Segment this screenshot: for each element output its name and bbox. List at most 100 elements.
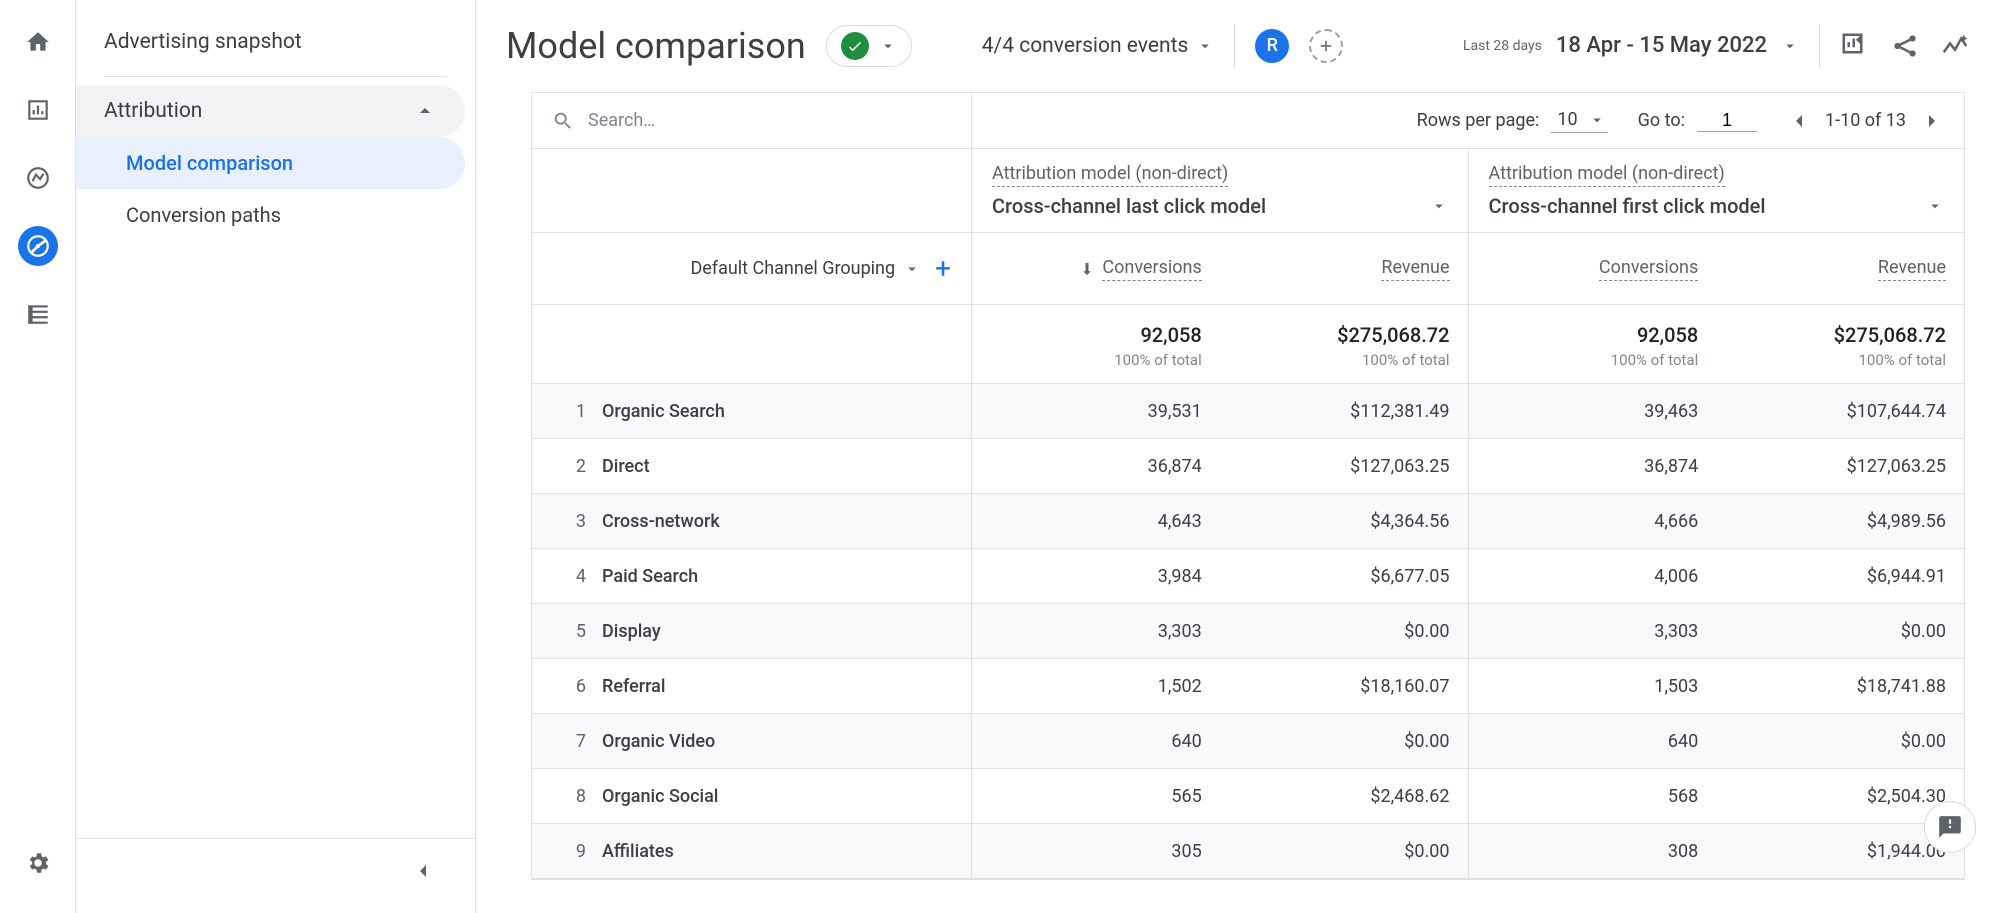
- row-channel: Organic Search: [602, 401, 725, 422]
- dimension-selector[interactable]: Default Channel Grouping: [690, 258, 921, 279]
- rpp-label: Rows per page:: [1417, 110, 1540, 131]
- chevron-left-icon: [411, 859, 435, 883]
- page-range: 1-10 of 13: [1825, 110, 1906, 131]
- model-a-selector[interactable]: Cross-channel last click model: [992, 194, 1448, 218]
- cell-b-conv: 1,503: [1469, 659, 1717, 713]
- check-circle-icon: [841, 32, 869, 60]
- table-body: 1 Organic Search 39,531 $112,381.49 39,4…: [532, 384, 1964, 879]
- cell-b-rev: $6,944.91: [1716, 549, 1964, 603]
- nav-group-label: Attribution: [104, 99, 202, 123]
- cell-a-conv: 36,874: [972, 439, 1220, 493]
- table-row[interactable]: 4 Paid Search 3,984 $6,677.05 4,006 $6,9…: [532, 549, 1964, 604]
- rpp-value[interactable]: 10: [1551, 109, 1607, 133]
- add-dimension-button[interactable]: +: [935, 252, 951, 285]
- cell-b-conv: 36,874: [1469, 439, 1717, 493]
- cell-b-conv: 39,463: [1469, 384, 1717, 438]
- table-row[interactable]: 5 Display 3,303 $0.00 3,303 $0.00: [532, 604, 1964, 659]
- share-icon[interactable]: [1890, 31, 1920, 61]
- model-b-header: Attribution model (non-direct): [1489, 163, 1725, 187]
- advertising-icon[interactable]: [18, 226, 58, 266]
- date-range-picker[interactable]: Last 28 days 18 Apr - 15 May 2022: [1463, 33, 1799, 58]
- col-b-revenue[interactable]: Revenue: [1716, 233, 1964, 304]
- table-row[interactable]: 9 Affiliates 305 $0.00 308 $1,944.00: [532, 824, 1964, 879]
- cell-b-rev: $4,989.56: [1716, 494, 1964, 548]
- col-a-revenue[interactable]: Revenue: [1220, 233, 1468, 304]
- add-segment-button[interactable]: [1309, 29, 1343, 63]
- configure-icon[interactable]: [18, 294, 58, 334]
- goto-input[interactable]: [1697, 110, 1757, 132]
- admin-gear-icon[interactable]: [18, 843, 58, 883]
- cell-a-conv: 305: [972, 824, 1220, 878]
- row-index: 2: [532, 456, 602, 477]
- conversion-events-selector[interactable]: 4/4 conversion events: [982, 34, 1215, 58]
- cell-b-conv: 4,666: [1469, 494, 1717, 548]
- total-a-rev: $275,068.72: [1238, 323, 1450, 347]
- cell-b-conv: 640: [1469, 714, 1717, 768]
- cell-b-rev: $18,741.88: [1716, 659, 1964, 713]
- model-b-selector[interactable]: Cross-channel first click model: [1489, 194, 1945, 218]
- col-b-conversions[interactable]: Conversions: [1469, 233, 1717, 304]
- row-channel: Direct: [602, 456, 650, 477]
- table-row[interactable]: 1 Organic Search 39,531 $112,381.49 39,4…: [532, 384, 1964, 439]
- nav-item-model-comparison[interactable]: Model comparison: [76, 137, 465, 189]
- status-dropdown[interactable]: [826, 25, 912, 67]
- home-icon[interactable]: [18, 22, 58, 62]
- cell-a-conv: 640: [972, 714, 1220, 768]
- search-icon: [552, 110, 574, 132]
- row-channel: Cross-network: [602, 511, 720, 532]
- reports-icon[interactable]: [18, 90, 58, 130]
- rows-per-page[interactable]: Rows per page: 10: [1417, 109, 1608, 133]
- row-index: 3: [532, 511, 602, 532]
- page-prev-icon[interactable]: [1787, 109, 1811, 133]
- icon-rail: [0, 0, 76, 913]
- nav-group-attribution[interactable]: Attribution: [76, 85, 465, 137]
- date-range-label: Last 28 days: [1463, 38, 1542, 54]
- table-toolbar: Search… Rows per page: 10 Go to: 1-10 of…: [532, 93, 1964, 149]
- cell-a-conv: 3,984: [972, 549, 1220, 603]
- total-a-conv: 92,058: [990, 323, 1202, 347]
- explore-icon[interactable]: [18, 158, 58, 198]
- edit-comparison-icon[interactable]: [1840, 31, 1870, 61]
- nav-item-conversion-paths[interactable]: Conversion paths: [76, 189, 465, 241]
- row-index: 7: [532, 731, 602, 752]
- row-channel: Display: [602, 621, 661, 642]
- page-header: Model comparison 4/4 conversion events R…: [476, 0, 2000, 92]
- col-a-conversions[interactable]: Conversions: [972, 233, 1220, 304]
- segment-avatar[interactable]: R: [1255, 29, 1289, 63]
- feedback-button[interactable]: [1924, 801, 1976, 853]
- total-b-rev: $275,068.72: [1734, 323, 1946, 347]
- table-row[interactable]: 3 Cross-network 4,643 $4,364.56 4,666 $4…: [532, 494, 1964, 549]
- cell-b-conv: 4,006: [1469, 549, 1717, 603]
- cell-a-conv: 565: [972, 769, 1220, 823]
- table-row[interactable]: 7 Organic Video 640 $0.00 640 $0.00: [532, 714, 1964, 769]
- row-channel: Organic Social: [602, 786, 718, 807]
- row-index: 4: [532, 566, 602, 587]
- conversion-events-label: 4/4 conversion events: [982, 34, 1189, 58]
- cell-a-rev: $127,063.25: [1220, 439, 1468, 493]
- cell-b-conv: 568: [1469, 769, 1717, 823]
- table-row[interactable]: 2 Direct 36,874 $127,063.25 36,874 $127,…: [532, 439, 1964, 494]
- search-placeholder: Search…: [588, 110, 655, 131]
- table-row[interactable]: 6 Referral 1,502 $18,160.07 1,503 $18,74…: [532, 659, 1964, 714]
- row-index: 8: [532, 786, 602, 807]
- chevron-down-icon: [1196, 37, 1214, 55]
- cell-a-rev: $0.00: [1220, 604, 1468, 658]
- row-channel: Affiliates: [602, 841, 674, 862]
- column-header-row: Default Channel Grouping + Conversions R…: [532, 233, 1964, 305]
- page-next-icon[interactable]: [1920, 109, 1944, 133]
- chevron-down-icon: [1926, 197, 1944, 215]
- row-index: 6: [532, 676, 602, 697]
- row-channel: Paid Search: [602, 566, 698, 587]
- cell-a-conv: 4,643: [972, 494, 1220, 548]
- cell-b-rev: $127,063.25: [1716, 439, 1964, 493]
- nav-collapse[interactable]: [76, 838, 475, 913]
- search-box[interactable]: Search…: [532, 93, 972, 148]
- nav-advertising-snapshot[interactable]: Advertising snapshot: [76, 16, 475, 68]
- page-title: Model comparison: [506, 25, 806, 67]
- cell-a-rev: $4,364.56: [1220, 494, 1468, 548]
- row-index: 5: [532, 621, 602, 642]
- table-row[interactable]: 8 Organic Social 565 $2,468.62 568 $2,50…: [532, 769, 1964, 824]
- chevron-down-icon: [879, 37, 897, 55]
- cell-a-rev: $0.00: [1220, 714, 1468, 768]
- insights-icon[interactable]: [1940, 31, 1970, 61]
